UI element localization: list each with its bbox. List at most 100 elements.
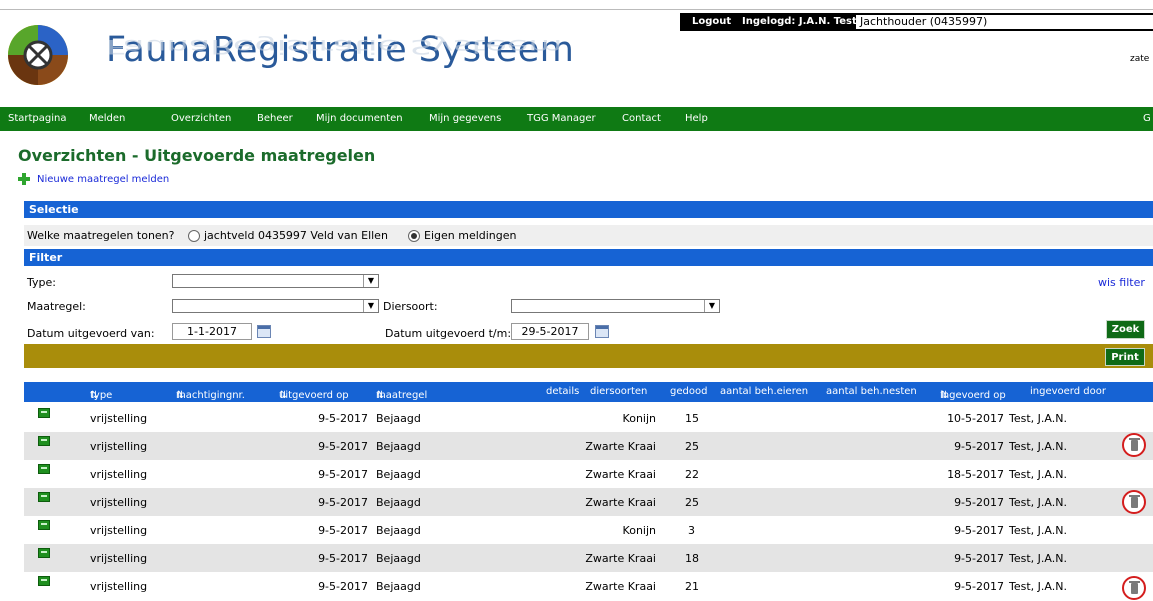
- nav-mijn-gegevens[interactable]: Mijn gegevens: [429, 113, 501, 124]
- col-header-diersoorten: diersoorten: [590, 386, 648, 397]
- detail-icon[interactable]: [38, 492, 50, 502]
- cell-type: vrijstelling: [90, 468, 148, 481]
- cell-uitgevoerd-op: 9-5-2017: [318, 552, 368, 565]
- detail-icon[interactable]: [38, 464, 50, 474]
- table-row[interactable]: vrijstelling 9-5-2017 Bejaagd Zwarte Kra…: [24, 572, 1153, 600]
- trash-icon[interactable]: [1122, 576, 1146, 600]
- nav-help[interactable]: Help: [685, 113, 708, 124]
- trash-icon[interactable]: [1122, 433, 1146, 457]
- detail-icon[interactable]: [38, 548, 50, 558]
- cell-gedood: 15: [685, 412, 699, 425]
- detail-icon[interactable]: [38, 520, 50, 530]
- selection-row: Welke maatregelen tonen? jachtveld 04359…: [24, 225, 1153, 246]
- cell-diersoorten: Konijn: [622, 524, 656, 537]
- detail-icon[interactable]: [38, 408, 50, 418]
- nav-contact[interactable]: Contact: [622, 113, 661, 124]
- detail-icon[interactable]: [38, 576, 50, 586]
- cell-type: vrijstelling: [90, 524, 148, 537]
- cell-uitgevoerd-op: 9-5-2017: [318, 412, 368, 425]
- cell-ingevoerd-door: Test, J.A.N.: [1009, 524, 1067, 537]
- plus-icon: [18, 173, 30, 185]
- date-to-label: Datum uitgevoerd t/m:: [385, 327, 512, 340]
- nav-overflow[interactable]: G: [1143, 113, 1151, 124]
- cell-gedood: 25: [685, 496, 699, 509]
- page-title: Overzichten - Uitgevoerde maatregelen: [18, 146, 376, 165]
- fauna-logo: [8, 25, 68, 85]
- table-row[interactable]: vrijstelling 9-5-2017 Bejaagd Zwarte Kra…: [24, 488, 1153, 516]
- maatregel-label: Maatregel:: [27, 300, 86, 313]
- cell-ingevoerd-op: 9-5-2017: [954, 496, 1004, 509]
- diersoort-label: Diersoort:: [383, 300, 438, 313]
- nav-mijn-documenten[interactable]: Mijn documenten: [316, 113, 403, 124]
- radio-jachtveld-label[interactable]: jachtveld 0435997 Veld van Ellen: [204, 229, 388, 242]
- cell-uitgevoerd-op: 9-5-2017: [318, 496, 368, 509]
- role-select[interactable]: Jachthouder (0435997): [856, 15, 1153, 29]
- cell-type: vrijstelling: [90, 496, 148, 509]
- cell-ingevoerd-op: 18-5-2017: [947, 468, 1004, 481]
- table-row[interactable]: vrijstelling 9-5-2017 Bejaagd Konijn 3 9…: [24, 516, 1153, 544]
- radio-eigen-meldingen[interactable]: [408, 230, 420, 242]
- cell-ingevoerd-door: Test, J.A.N.: [1009, 496, 1067, 509]
- print-button[interactable]: Print: [1105, 348, 1145, 366]
- cell-maatregel: Bejaagd: [376, 524, 421, 537]
- logout-link[interactable]: Logout: [692, 16, 731, 27]
- action-bar: Print: [24, 344, 1153, 368]
- nav-melden[interactable]: Melden: [89, 113, 125, 124]
- filter-panel: Type: ▼ wis filter Maatregel: ▼ Diersoor…: [24, 267, 1153, 345]
- search-button[interactable]: Zoek: [1106, 320, 1145, 339]
- cell-uitgevoerd-op: 9-5-2017: [318, 440, 368, 453]
- selection-header-label: Selectie: [29, 203, 79, 216]
- col-header-details: details: [546, 386, 580, 397]
- radio-eigen-meldingen-label[interactable]: Eigen meldingen: [424, 229, 517, 242]
- nav-beheer[interactable]: Beheer: [257, 113, 293, 124]
- nav-startpagina[interactable]: Startpagina: [8, 113, 67, 124]
- nav-overzichten[interactable]: Overzichten: [171, 113, 231, 124]
- logged-in-user: Ingelogd: J.A.N. Test: [742, 16, 857, 27]
- table-row[interactable]: vrijstelling 9-5-2017 Bejaagd Zwarte Kra…: [24, 460, 1153, 488]
- date-from-input[interactable]: 1-1-2017: [172, 323, 252, 340]
- cell-gedood: 21: [685, 580, 699, 593]
- col-header-eieren: aantal beh.eieren: [720, 386, 809, 397]
- chevron-down-icon: ▼: [363, 300, 378, 312]
- cell-gedood: 25: [685, 440, 699, 453]
- cell-diersoorten: Zwarte Kraai: [585, 580, 656, 593]
- cell-diersoorten: Zwarte Kraai: [585, 440, 656, 453]
- nav-tgg-manager[interactable]: TGG Manager: [527, 113, 596, 124]
- cell-uitgevoerd-op: 9-5-2017: [318, 524, 368, 537]
- cell-uitgevoerd-op: 9-5-2017: [318, 468, 368, 481]
- cell-maatregel: Bejaagd: [376, 496, 421, 509]
- type-select[interactable]: ▼: [172, 274, 379, 288]
- calendar-icon[interactable]: [257, 325, 271, 338]
- cell-gedood: 3: [688, 524, 695, 537]
- table-row[interactable]: vrijstelling 9-5-2017 Bejaagd Zwarte Kra…: [24, 544, 1153, 572]
- cell-ingevoerd-door: Test, J.A.N.: [1009, 468, 1067, 481]
- cell-maatregel: Bejaagd: [376, 468, 421, 481]
- type-label: Type:: [27, 276, 56, 289]
- date-to-input[interactable]: 29-5-2017: [511, 323, 589, 340]
- selection-question: Welke maatregelen tonen?: [27, 229, 175, 242]
- cell-uitgevoerd-op: 9-5-2017: [318, 580, 368, 593]
- cell-ingevoerd-op: 10-5-2017: [947, 412, 1004, 425]
- detail-icon[interactable]: [38, 436, 50, 446]
- cell-ingevoerd-door: Test, J.A.N.: [1009, 440, 1067, 453]
- app-title-reflection: FaunaRegistratie Systeem: [106, 35, 563, 57]
- date-from-label: Datum uitgevoerd van:: [27, 327, 155, 340]
- diersoort-select[interactable]: ▼: [511, 299, 720, 313]
- cell-diersoorten: Zwarte Kraai: [585, 552, 656, 565]
- clear-filter-link[interactable]: wis filter: [1098, 276, 1145, 289]
- cell-ingevoerd-op: 9-5-2017: [954, 440, 1004, 453]
- new-measure-label: Nieuwe maatregel melden: [37, 174, 170, 185]
- radio-jachtveld[interactable]: [188, 230, 200, 242]
- calendar-icon[interactable]: [595, 325, 609, 338]
- cell-type: vrijstelling: [90, 440, 148, 453]
- table-row[interactable]: vrijstelling 9-5-2017 Bejaagd Zwarte Kra…: [24, 432, 1153, 460]
- trash-icon[interactable]: [1122, 490, 1146, 514]
- filter-header: Filter: [24, 249, 1153, 266]
- cell-ingevoerd-op: 9-5-2017: [954, 524, 1004, 537]
- maatregel-select[interactable]: ▼: [172, 299, 379, 313]
- top-divider: [0, 9, 1153, 10]
- table-row[interactable]: vrijstelling 9-5-2017 Bejaagd Konijn 15 …: [24, 404, 1153, 432]
- chevron-down-icon: ▼: [363, 275, 378, 287]
- top-user-bar: Logout Ingelogd: J.A.N. Test Jachthouder…: [680, 13, 1153, 31]
- cell-maatregel: Bejaagd: [376, 412, 421, 425]
